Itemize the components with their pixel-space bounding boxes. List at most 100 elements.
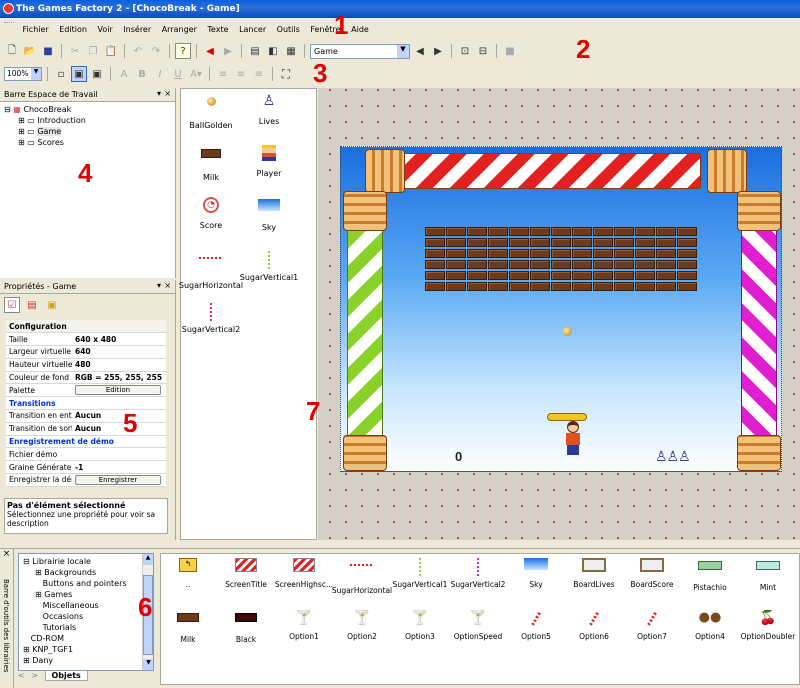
milk-brick[interactable] bbox=[446, 238, 466, 247]
milk-brick[interactable] bbox=[656, 249, 676, 258]
object-item[interactable]: SugarVertical2 bbox=[171, 301, 251, 334]
sugar-vertical-left[interactable] bbox=[347, 197, 383, 457]
milk-brick[interactable] bbox=[446, 282, 466, 291]
milk-brick[interactable] bbox=[446, 271, 466, 280]
property-value[interactable]: Aucun bbox=[72, 422, 167, 436]
align-center-icon[interactable]: ≡ bbox=[233, 66, 249, 82]
milk-brick[interactable] bbox=[572, 227, 592, 236]
library-item[interactable]: ScreenHighsc... bbox=[273, 558, 335, 589]
save-icon[interactable]: ■ bbox=[40, 43, 56, 59]
milk-brick[interactable] bbox=[425, 249, 445, 258]
milk-brick[interactable] bbox=[572, 271, 592, 280]
pin-icon[interactable]: ▾ bbox=[157, 281, 161, 290]
milk-brick[interactable] bbox=[509, 249, 529, 258]
milk-brick[interactable] bbox=[509, 271, 529, 280]
milk-brick[interactable] bbox=[467, 238, 487, 247]
back-red-icon[interactable]: ◀ bbox=[202, 43, 218, 59]
align-left-icon[interactable]: ≡ bbox=[215, 66, 231, 82]
library-item[interactable]: Option6 bbox=[563, 610, 625, 641]
cut-icon[interactable]: ✂ bbox=[67, 43, 83, 59]
library-item[interactable]: SugarVertical1 bbox=[389, 558, 451, 589]
copy-icon[interactable]: ❐ bbox=[85, 43, 101, 59]
fit-frame-icon[interactable]: ⛶ bbox=[278, 66, 294, 82]
milk-brick[interactable] bbox=[530, 271, 550, 280]
menu-lancer[interactable]: Lancer bbox=[235, 23, 270, 36]
storyboard-editor-icon[interactable]: ▤ bbox=[247, 43, 263, 59]
library-tree-item[interactable]: CD-ROM bbox=[23, 633, 149, 644]
score-counter[interactable]: 0 bbox=[455, 449, 462, 464]
tree-item-introduction[interactable]: ⊞ ▭ Introduction bbox=[4, 115, 171, 126]
milk-brick[interactable] bbox=[509, 238, 529, 247]
property-row[interactable]: Palette Edition bbox=[6, 383, 167, 398]
milk-brick[interactable] bbox=[593, 282, 613, 291]
snap-icon[interactable]: ▣ bbox=[71, 66, 87, 82]
milk-brick[interactable] bbox=[530, 227, 550, 236]
previous-frame-icon[interactable]: ◀ bbox=[412, 43, 428, 59]
library-item[interactable]: Milk bbox=[161, 610, 219, 644]
chevron-down-icon[interactable]: ▼ bbox=[397, 44, 409, 58]
milk-brick[interactable] bbox=[467, 282, 487, 291]
library-item[interactable]: Mint bbox=[737, 558, 799, 592]
property-value[interactable] bbox=[72, 447, 167, 462]
expand-icon[interactable] bbox=[35, 579, 43, 588]
milk-brick[interactable] bbox=[593, 249, 613, 258]
milk-brick[interactable] bbox=[530, 238, 550, 247]
library-tree-item[interactable]: ⊞ Backgrounds bbox=[23, 567, 149, 578]
milk-brick[interactable] bbox=[614, 271, 634, 280]
milk-brick[interactable] bbox=[572, 260, 592, 269]
tree-root[interactable]: ⊟ ▦ ChocoBreak bbox=[4, 104, 171, 115]
property-row[interactable]: Couleur de fond RGB = 255, 255, 255 bbox=[6, 371, 167, 385]
tree-item-scores[interactable]: ⊞ ▭ Scores bbox=[4, 137, 171, 148]
milk-brick[interactable] bbox=[551, 260, 571, 269]
bar-cap-right[interactable] bbox=[707, 149, 747, 193]
forward-icon[interactable]: ▶ bbox=[220, 43, 236, 59]
property-row[interactable]: Fichier démo bbox=[6, 447, 167, 462]
milk-brick[interactable] bbox=[593, 227, 613, 236]
library-tree-item[interactable]: Buttons and pointers bbox=[23, 578, 149, 589]
library-tree-item[interactable]: ⊟ Librairie locale bbox=[23, 556, 149, 567]
italic-icon[interactable]: I bbox=[152, 66, 168, 82]
tab-objets[interactable]: Objets bbox=[44, 671, 88, 681]
milk-brick[interactable] bbox=[425, 282, 445, 291]
frame-editor-icon[interactable]: ◧ bbox=[265, 43, 281, 59]
stop-icon[interactable]: ■ bbox=[502, 43, 518, 59]
milk-brick[interactable] bbox=[446, 227, 466, 236]
milk-brick[interactable] bbox=[425, 271, 445, 280]
milk-brick[interactable] bbox=[467, 260, 487, 269]
library-item[interactable]: ●● Option4 bbox=[679, 610, 741, 641]
library-item[interactable]: SugarHorizontal bbox=[331, 558, 393, 595]
zoom-chevron-icon[interactable]: ▼ bbox=[31, 68, 41, 80]
expand-icon[interactable]: ⊞ bbox=[35, 568, 44, 577]
lives-icon[interactable]: ♙♙♙ bbox=[655, 449, 691, 465]
expand-icon[interactable]: ⊟ bbox=[23, 557, 32, 566]
paste-icon[interactable]: 📋 bbox=[103, 43, 119, 59]
menu-voir[interactable]: Voir bbox=[93, 23, 116, 36]
scroll-up-icon[interactable]: ▲ bbox=[143, 554, 153, 565]
property-value[interactable]: RGB = 255, 255, 255 bbox=[72, 371, 167, 385]
frame-editor[interactable]: 0 ♙♙♙ bbox=[318, 88, 800, 540]
expand-icon[interactable]: ⊞ bbox=[35, 590, 44, 599]
property-button[interactable]: Edition bbox=[75, 385, 161, 396]
library-item[interactable]: BoardScore bbox=[621, 558, 683, 589]
redo-icon[interactable]: ↷ bbox=[148, 43, 164, 59]
library-item[interactable]: 🍸 Option1 bbox=[273, 610, 335, 641]
milk-brick[interactable] bbox=[551, 282, 571, 291]
property-row[interactable]: Transition en entréeAucun bbox=[6, 409, 167, 423]
library-item[interactable]: Sky bbox=[505, 558, 567, 589]
milk-brick[interactable] bbox=[551, 227, 571, 236]
milk-brick[interactable] bbox=[614, 227, 634, 236]
library-item[interactable]: SugarVertical2 bbox=[447, 558, 509, 589]
scroll-down-icon[interactable]: ▼ bbox=[143, 659, 153, 670]
grid-icon[interactable]: ▫ bbox=[53, 66, 69, 82]
pin-icon[interactable]: ▾ bbox=[157, 89, 161, 98]
menu-fichier[interactable]: Fichier bbox=[19, 23, 53, 36]
library-item[interactable]: ScreenTitle bbox=[215, 558, 277, 589]
library-item[interactable]: Pistachio bbox=[679, 558, 741, 592]
help-icon[interactable]: ? bbox=[175, 43, 191, 59]
milk-brick[interactable] bbox=[635, 238, 655, 247]
library-item[interactable]: 🍸 Option2 bbox=[331, 610, 393, 641]
milk-brick[interactable] bbox=[635, 260, 655, 269]
milk-brick[interactable] bbox=[467, 271, 487, 280]
milk-brick[interactable] bbox=[530, 260, 550, 269]
object-item[interactable]: ♙ Lives bbox=[229, 93, 309, 126]
